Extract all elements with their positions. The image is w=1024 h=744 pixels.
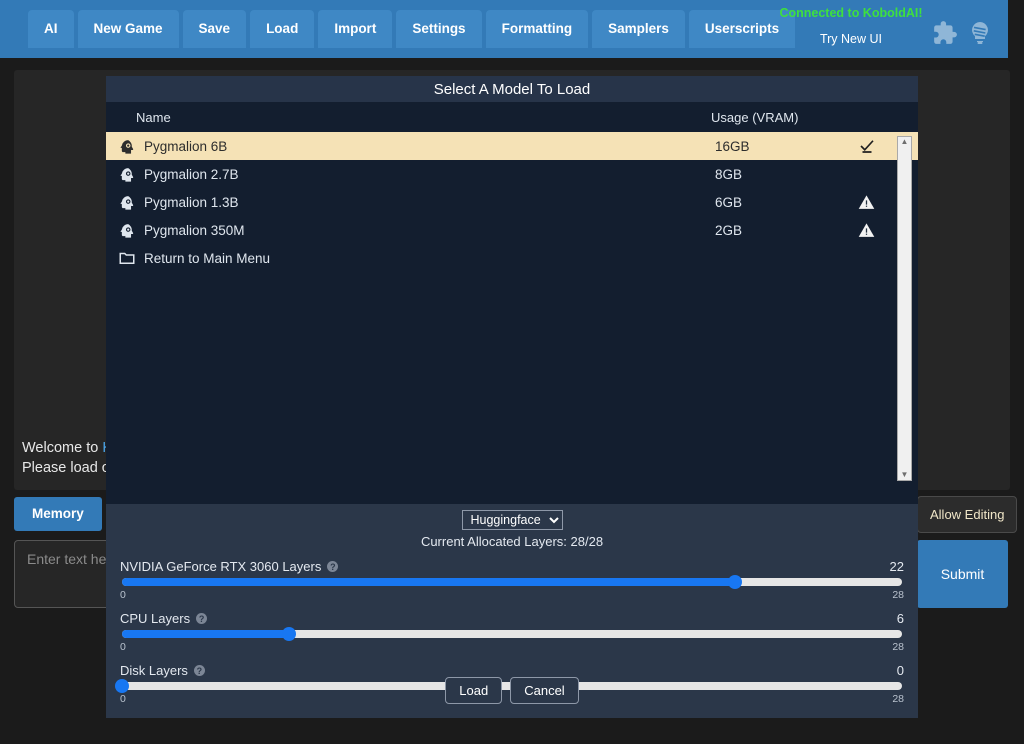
nav-formatting[interactable]: Formatting [486,10,589,48]
model-name: Return to Main Menu [140,251,715,266]
slider-label-wrap: CPU Layers? [120,611,207,626]
nav-load[interactable]: Load [250,10,314,48]
slider-value: 22 [890,559,904,574]
scroll-up-icon[interactable]: ▲ [901,137,909,147]
nav-samplers[interactable]: Samplers [592,10,685,48]
nav-settings[interactable]: Settings [396,10,481,48]
slider-label-wrap: NVIDIA GeForce RTX 3060 Layers? [120,559,338,574]
model-list: Pygmalion 6B16GBPygmalion 2.7B8GBPygmali… [106,132,918,272]
model-list-row[interactable]: Return to Main Menu [106,244,918,272]
slider-label: Disk Layers [120,663,188,678]
model-settings-panel: Huggingface Current Allocated Layers: 28… [106,504,918,718]
allocated-layers-text: Current Allocated Layers: 28/28 [120,534,904,549]
model-source-select[interactable]: Huggingface [462,510,563,530]
slider-min: 0 [120,641,126,653]
slider-label: NVIDIA GeForce RTX 3060 Layers [120,559,321,574]
help-icon[interactable]: ? [196,613,207,624]
slider-group: CPU Layers? 6 0 28 [120,611,904,653]
submit-button[interactable]: Submit [917,540,1008,608]
model-selection-modal: Select A Model To Load Name Usage (VRAM)… [106,76,918,718]
psychology-icon [114,138,140,155]
memory-button[interactable]: Memory [14,497,102,531]
slider-label-wrap: Disk Layers? [120,663,205,678]
slider-bounds: 0 28 [120,589,904,601]
puzzle-icon[interactable] [932,20,958,51]
help-icon[interactable]: ? [327,561,338,572]
model-list-column-headers: Name Usage (VRAM) [106,102,918,132]
connection-status-text: Connected to KoboldAI! [776,4,926,22]
slider-thumb[interactable] [282,627,296,641]
slider-group: NVIDIA GeForce RTX 3060 Layers? 22 0 28 [120,559,904,601]
nav-ai[interactable]: AI [28,10,74,48]
slider-min: 0 [120,589,126,601]
slider-max: 28 [892,641,904,653]
model-vram-usage: 8GB [715,167,858,182]
modal-action-buttons: Load Cancel [106,677,918,704]
model-list-row[interactable]: Pygmalion 1.3B6GB [106,188,918,216]
model-name: Pygmalion 6B [140,139,715,154]
model-vram-usage: 6GB [715,195,858,210]
slider-bounds: 0 28 [120,641,904,653]
slider-value: 0 [897,663,904,678]
modal-title: Select A Model To Load [106,76,918,102]
model-list-scrollbar[interactable]: ▲ ▼ [897,136,912,481]
load-button[interactable]: Load [445,677,502,704]
slider-thumb[interactable] [728,575,742,589]
model-name: Pygmalion 1.3B [140,195,715,210]
model-list-row[interactable]: Pygmalion 6B16GB [106,132,918,160]
nav-save[interactable]: Save [183,10,247,48]
nav-import[interactable]: Import [318,10,392,48]
slider-header: CPU Layers? 6 [120,611,904,626]
top-navigation-bar: AINew GameSaveLoadImportSettingsFormatti… [0,0,1008,58]
nav-button-group: AINew GameSaveLoadImportSettingsFormatti… [0,10,795,48]
scroll-down-icon[interactable]: ▼ [901,470,909,480]
slider-track[interactable] [122,578,902,586]
slider-value: 6 [897,611,904,626]
help-icon[interactable]: ? [194,665,205,676]
nav-new-game[interactable]: New Game [78,10,179,48]
slider-label: CPU Layers [120,611,190,626]
lightbulb-icon[interactable] [968,20,992,51]
story-line-1-prefix: Welcome to [22,440,102,456]
cancel-button[interactable]: Cancel [510,677,578,704]
folder-icon [114,249,140,267]
model-vram-usage: 2GB [715,223,858,238]
psychology-icon [114,222,140,239]
model-vram-usage: 16GB [715,139,858,154]
connection-status-area: Connected to KoboldAI! Try New UI [776,4,926,49]
model-name: Pygmalion 350M [140,223,715,238]
model-list-row[interactable]: Pygmalion 350M2GB [106,216,918,244]
psychology-icon [114,166,140,183]
try-new-ui-button[interactable]: Try New UI [812,29,890,49]
model-list-row[interactable]: Pygmalion 2.7B8GB [106,160,918,188]
slider-header: Disk Layers? 0 [120,663,904,678]
slider-header: NVIDIA GeForce RTX 3060 Layers? 22 [120,559,904,574]
model-name: Pygmalion 2.7B [140,167,715,182]
allow-editing-button[interactable]: Allow Editing [917,496,1017,533]
slider-max: 28 [892,589,904,601]
column-header-usage: Usage (VRAM) [711,110,918,125]
column-header-name: Name [136,110,711,125]
slider-track[interactable] [122,630,902,638]
psychology-icon [114,194,140,211]
model-list-body: Name Usage (VRAM) Pygmalion 6B16GBPygmal… [106,102,918,504]
